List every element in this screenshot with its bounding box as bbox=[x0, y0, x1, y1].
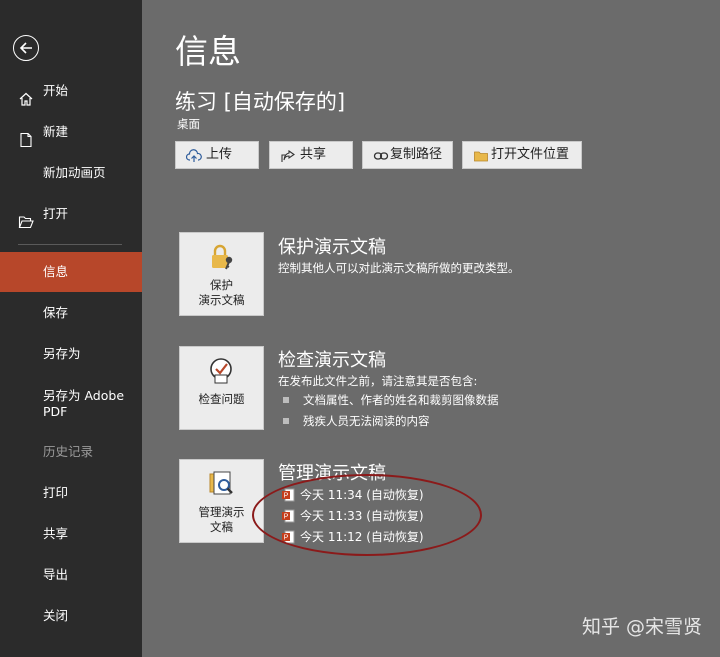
folder-icon bbox=[473, 148, 489, 164]
cloud-upload-icon bbox=[185, 148, 202, 164]
sidebar-item-history[interactable]: 历史记录 bbox=[0, 432, 142, 472]
check-for-issues-button[interactable]: 检查问题 bbox=[179, 346, 264, 430]
sidebar-item-share[interactable]: 共享 bbox=[0, 514, 142, 554]
lock-key-icon bbox=[206, 241, 238, 273]
annotation-ellipse bbox=[252, 474, 482, 556]
link-icon bbox=[373, 148, 389, 164]
document-title: 练习 [自动保存的] bbox=[175, 90, 346, 114]
bullet-square-icon bbox=[283, 418, 289, 424]
sidebar-item-new-animation-page[interactable]: 新加动画页 bbox=[0, 153, 142, 193]
protect-presentation-button[interactable]: 保护 演示文稿 bbox=[179, 232, 264, 316]
folder-open-icon bbox=[18, 206, 34, 229]
sidebar-item-print[interactable]: 打印 bbox=[0, 473, 142, 513]
sidebar-item-close[interactable]: 关闭 bbox=[0, 596, 142, 636]
new-document-icon bbox=[18, 124, 34, 148]
manage-document-icon bbox=[206, 468, 238, 500]
share-button[interactable]: 共享 bbox=[269, 141, 353, 169]
info-panel: 信息 练习 [自动保存的] 桌面 上传 共享 复制路径 打开文件位置 保护 演示… bbox=[142, 0, 720, 657]
sidebar-item-info[interactable]: 信息 bbox=[0, 252, 142, 292]
sidebar-item-export[interactable]: 导出 bbox=[0, 555, 142, 595]
watermark: 知乎 @宋雪贤 bbox=[581, 616, 702, 638]
bullet-square-icon bbox=[283, 397, 289, 403]
sidebar-item-home[interactable]: 开始 bbox=[0, 71, 142, 111]
sidebar: 开始 新建 新加动画页 打开 信息 保存 另存为 另存为 Adobe PDF 历… bbox=[0, 0, 142, 657]
open-file-location-button[interactable]: 打开文件位置 bbox=[462, 141, 582, 169]
sidebar-item-save[interactable]: 保存 bbox=[0, 293, 142, 333]
upload-button[interactable]: 上传 bbox=[175, 141, 259, 169]
home-icon bbox=[18, 83, 34, 106]
manage-presentation-button[interactable]: 管理演示 文稿 bbox=[179, 459, 264, 543]
document-location: 桌面 bbox=[177, 117, 200, 131]
page-title: 信息 bbox=[175, 32, 241, 71]
share-icon bbox=[280, 148, 296, 164]
sidebar-item-open[interactable]: 打开 bbox=[0, 194, 142, 234]
sidebar-item-save-as-adobe-pdf[interactable]: 另存为 Adobe PDF bbox=[0, 384, 142, 424]
sidebar-item-new[interactable]: 新建 bbox=[0, 112, 142, 152]
inspect-section-desc: 在发布此文件之前，请注意其是否包含: bbox=[278, 374, 478, 388]
protect-section-desc: 控制其他人可以对此演示文稿所做的更改类型。 bbox=[278, 261, 520, 275]
sidebar-divider bbox=[18, 244, 122, 245]
inspect-section-title: 检查演示文稿 bbox=[278, 350, 386, 371]
inspect-document-icon bbox=[206, 355, 238, 387]
sidebar-item-save-as[interactable]: 另存为 bbox=[0, 334, 142, 374]
protect-section-title: 保护演示文稿 bbox=[278, 237, 386, 258]
copy-path-button[interactable]: 复制路径 bbox=[362, 141, 453, 169]
back-arrow-icon[interactable] bbox=[13, 35, 39, 61]
